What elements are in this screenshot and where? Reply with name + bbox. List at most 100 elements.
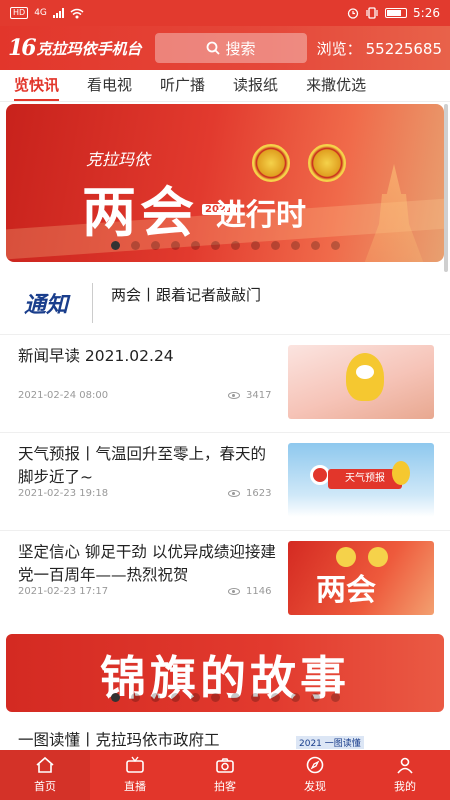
feature-pagination	[6, 693, 444, 702]
tab-radio[interactable]: 听广播	[146, 70, 219, 101]
news-item[interactable]: 一图读懂丨克拉玛依市政府工 2021 一图读懂	[0, 722, 450, 750]
news-title: 坚定信心 铆足干劲 以优异成绩迎接建党一百周年——热烈祝贺	[18, 543, 276, 584]
tab-tv[interactable]: 看电视	[73, 70, 146, 101]
pagination-dot[interactable]	[130, 241, 140, 250]
banner-subline: 进行时	[216, 198, 306, 233]
nav-discover[interactable]: 发现	[270, 750, 360, 800]
nav-label: 发现	[304, 780, 326, 793]
pagination-dot[interactable]	[250, 693, 260, 702]
tab-newspaper[interactable]: 读报纸	[219, 70, 292, 101]
pagination-dot[interactable]	[150, 693, 160, 702]
cppcc-emblem-icon	[308, 144, 346, 182]
news-views: 1623	[228, 488, 271, 499]
search-bar[interactable]: 搜索	[154, 33, 307, 63]
eye-icon	[228, 588, 240, 595]
search-placeholder: 搜索	[225, 39, 256, 58]
news-views: 3417	[228, 390, 271, 401]
eye-icon	[228, 392, 240, 399]
mascot-image	[346, 353, 384, 401]
scrollbar[interactable]	[444, 104, 448, 272]
pagination-dot[interactable]	[230, 693, 240, 702]
news-item[interactable]: 新闻早读 2021.02.24 2021-02-24 08:00 3417	[0, 334, 450, 426]
feature-banner[interactable]: 锦旗的故事	[6, 634, 444, 712]
divider	[92, 283, 93, 323]
hero-banner[interactable]: 克拉玛依 两会 2021 进行时	[6, 104, 444, 262]
nav-paike[interactable]: 拍客	[180, 750, 270, 800]
bottom-nav: 首页 直播 拍客 发现 我的	[0, 750, 450, 800]
tab-youxuan[interactable]: 来撒优选	[292, 70, 380, 101]
emblem-icon	[368, 547, 388, 567]
pagination-dot[interactable]	[330, 241, 340, 250]
news-title: 天气预报丨气温回升至零上，春天的脚步近了~	[18, 445, 267, 486]
pagination-dot[interactable]	[310, 693, 320, 702]
pagination-dot[interactable]	[270, 693, 280, 702]
tab-kuaixun[interactable]: 览快讯	[0, 70, 73, 101]
pagination-dot[interactable]	[210, 693, 220, 702]
network-type: 4G	[34, 8, 47, 18]
camera-icon	[216, 758, 234, 773]
pagination-dot[interactable]	[210, 241, 220, 250]
nav-home[interactable]: 首页	[0, 750, 90, 800]
notice-label: 通知	[24, 293, 69, 318]
thumbnail-label: 天气预报	[328, 469, 402, 489]
notice-text: 两会丨跟着记者敲敲门	[111, 285, 262, 304]
news-title: 一图读懂丨克拉玛依市政府工	[18, 731, 220, 749]
views-count: 55225685	[365, 39, 442, 58]
views-number: 1146	[246, 586, 272, 597]
views-label: 浏览：	[316, 39, 362, 58]
logo-number: 16	[8, 35, 37, 61]
pagination-dot[interactable]	[170, 241, 180, 250]
alarm-icon	[347, 8, 359, 19]
compass-icon	[306, 756, 324, 774]
pagination-dot[interactable]	[190, 693, 200, 702]
pagination-dot[interactable]	[130, 693, 140, 702]
view-counter: 浏览： 55225685	[317, 38, 442, 59]
nav-label: 我的	[394, 780, 416, 793]
logo-text: 克拉玛依手机台	[36, 39, 142, 58]
views-number: 1623	[246, 488, 272, 499]
news-thumbnail: 两会	[288, 541, 434, 615]
eye-icon	[228, 490, 240, 497]
home-icon	[36, 756, 54, 773]
nav-label: 拍客	[214, 780, 236, 793]
pagination-dot[interactable]	[290, 693, 300, 702]
wifi-icon	[70, 8, 84, 18]
nav-label: 直播	[124, 780, 146, 793]
news-thumbnail: 天气预报	[288, 443, 434, 517]
mascot-image	[310, 465, 330, 485]
signal-icon	[52, 8, 64, 18]
pagination-dot[interactable]	[170, 693, 180, 702]
pagination-dot[interactable]	[110, 693, 120, 702]
pagination-dot[interactable]	[110, 241, 120, 250]
pagination-dot[interactable]	[250, 241, 260, 250]
national-emblem-icon	[252, 144, 290, 182]
pagination-dot[interactable]	[190, 241, 200, 250]
news-date: 2021-02-23 17:17	[18, 586, 109, 597]
pagination-dot[interactable]	[270, 241, 280, 250]
views-number: 3417	[246, 390, 272, 401]
search-icon	[206, 41, 220, 55]
news-item[interactable]: 坚定信心 铆足干劲 以优异成绩迎接建党一百周年——热烈祝贺 2021-02-23…	[0, 530, 450, 622]
app-header: 16 克拉玛依手机台 搜索 浏览： 55225685	[0, 26, 450, 70]
tv-icon	[126, 756, 144, 773]
pagination-dot[interactable]	[150, 241, 160, 250]
pagination-dot[interactable]	[330, 693, 340, 702]
pagination-dot[interactable]	[310, 241, 320, 250]
nav-label: 首页	[34, 780, 56, 793]
notice-bar[interactable]: 通知 两会丨跟着记者敲敲门	[0, 272, 450, 334]
banner-pagination	[6, 241, 444, 250]
mascot-image	[392, 461, 410, 485]
app-logo[interactable]: 16 克拉玛依手机台	[8, 35, 151, 61]
hd-badge: HD	[10, 7, 29, 19]
news-item[interactable]: 天气预报丨气温回升至零上，春天的脚步近了~ 2021-02-23 19:18 1…	[0, 432, 450, 524]
vibrate-icon	[366, 7, 378, 19]
thumbnail-tag: 2021 一图读懂	[296, 736, 364, 749]
news-date: 2021-02-23 19:18	[18, 488, 109, 499]
nav-mine[interactable]: 我的	[360, 750, 450, 800]
pagination-dot[interactable]	[230, 241, 240, 250]
thumbnail-label: 两会	[316, 573, 376, 608]
nav-live[interactable]: 直播	[90, 750, 180, 800]
emblem-icon	[336, 547, 356, 567]
battery-icon	[385, 8, 408, 18]
pagination-dot[interactable]	[290, 241, 300, 250]
